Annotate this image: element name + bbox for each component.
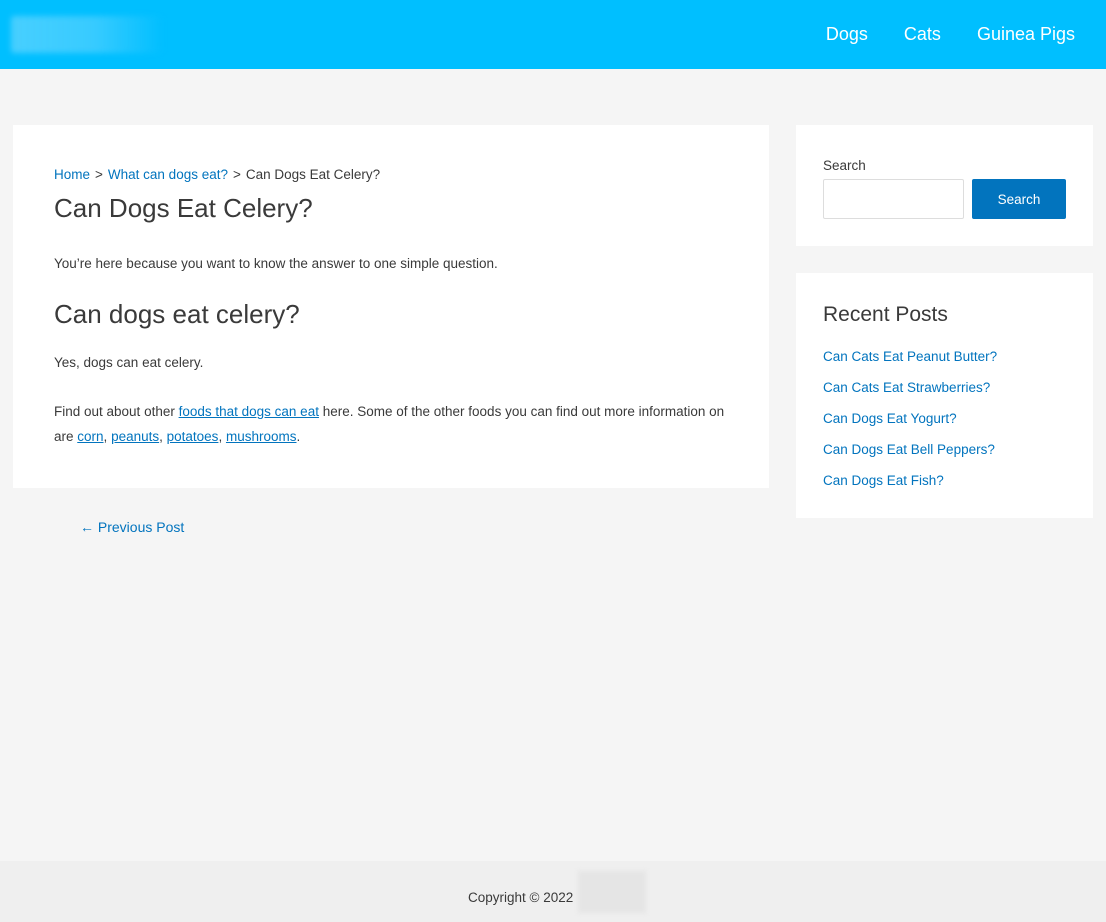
recent-posts-list: Can Cats Eat Peanut Butter? Can Cats Eat… [823,349,997,504]
comma: , [159,429,163,444]
breadcrumb-separator: > [95,167,103,182]
site-footer: Copyright © 2022 [0,861,1106,922]
footer-site-name [578,871,646,913]
breadcrumb-separator: > [232,167,241,182]
nav-item-guinea-pigs[interactable]: Guinea Pigs [977,24,1075,45]
recent-post-link[interactable]: Can Dogs Eat Bell Peppers? [823,442,995,457]
more-info-text: Find out about other [54,404,179,419]
recent-post-link[interactable]: Can Cats Eat Peanut Butter? [823,349,997,364]
link-peanuts[interactable]: peanuts [111,429,159,444]
list-item: Can Dogs Eat Fish? [823,473,997,504]
intro-paragraph: You’re here because you want to know the… [54,256,498,271]
nav-item-cats[interactable]: Cats [904,24,941,45]
comma: , [103,429,108,444]
link-mushrooms[interactable]: mushrooms [226,429,297,444]
recent-posts-widget: Recent Posts Can Cats Eat Peanut Butter?… [796,273,1093,518]
list-item: Can Dogs Eat Yogurt? [823,411,997,442]
link-foods-dogs-can-eat[interactable]: foods that dogs can eat [179,404,319,419]
search-input[interactable] [823,179,964,219]
site-header: Dogs Cats Guinea Pigs [0,0,1106,69]
article-card: Home > What can dogs eat? > Can Dogs Eat Cel… [13,125,769,488]
comma: , [218,429,223,444]
nav-item-dogs[interactable]: Dogs [826,24,868,45]
link-potatoes[interactable]: potatoes [167,429,219,444]
search-label: Search [823,158,866,173]
breadcrumb-home[interactable]: Home [54,167,90,182]
list-item: Can Dogs Eat Bell Peppers? [823,442,997,473]
recent-post-link[interactable]: Can Dogs Eat Fish? [823,473,944,488]
link-corn[interactable]: corn [77,429,103,444]
main-nav: Dogs Cats Guinea Pigs [790,0,1075,69]
site-logo[interactable] [11,16,163,53]
search-button[interactable]: Search [972,179,1066,219]
search-widget: Search Search [796,125,1093,246]
breadcrumb: Home > What can dogs eat? > Can Dogs Eat Cel… [54,167,380,182]
period: . [296,429,301,444]
breadcrumb-current: Can Dogs Eat Celery? [245,167,381,182]
recent-posts-title: Recent Posts [823,303,948,326]
page-title: Can Dogs Eat Celery? [54,193,313,223]
list-item: Can Cats Eat Peanut Butter? [823,349,997,380]
section-heading: Can dogs eat celery? [54,299,300,329]
copyright-text: Copyright © 2022 [468,890,574,905]
more-info-paragraph: Find out about other foods that dogs can… [54,399,734,449]
recent-post-link[interactable]: Can Cats Eat Strawberries? [823,380,990,395]
list-item: Can Cats Eat Strawberries? [823,380,997,411]
previous-post-link[interactable]: ← Previous Post [80,519,184,535]
recent-post-link[interactable]: Can Dogs Eat Yogurt? [823,411,957,426]
breadcrumb-category[interactable]: What can dogs eat? [108,167,228,182]
answer-paragraph: Yes, dogs can eat celery. [54,355,204,370]
